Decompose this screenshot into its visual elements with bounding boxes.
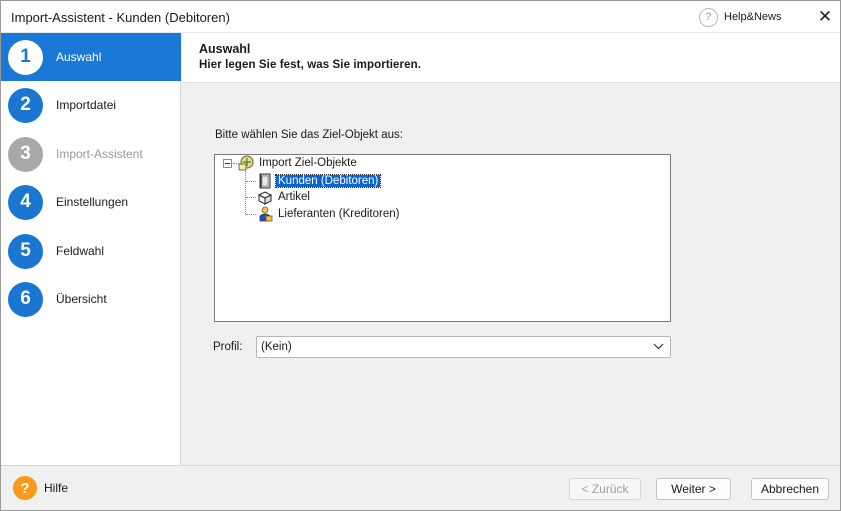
step-number-badge: 2 [8, 87, 43, 123]
page-subtitle: Hier legen Sie fest, was Sie importieren… [199, 59, 422, 71]
step-uebersicht[interactable]: 6 Übersicht [1, 275, 181, 323]
step-label: Auswahl [56, 50, 102, 64]
page-header: Auswahl Hier legen Sie fest, was Sie imp… [182, 33, 840, 83]
help-news-button[interactable]: ? Help&News [699, 7, 781, 27]
step-einstellungen[interactable]: 4 Einstellungen [1, 178, 181, 226]
tree-root[interactable]: Import Ziel-Objekte [238, 155, 359, 171]
tree-root-label: Import Ziel-Objekte [259, 157, 357, 169]
window-title: Import-Assistent - Kunden (Debitoren) [11, 10, 230, 25]
title-bar: Import-Assistent - Kunden (Debitoren) ? … [1, 1, 840, 33]
target-object-prompt: Bitte wählen Sie das Ziel-Objekt aus: [215, 129, 403, 141]
step-import-assistent: 3 Import-Assistent [1, 130, 181, 178]
import-wizard-window: Import-Assistent - Kunden (Debitoren) ? … [0, 0, 841, 511]
question-circle-icon: ? [699, 7, 718, 27]
tree-connector [246, 214, 256, 215]
page-title: Auswahl [199, 42, 251, 56]
step-number-badge: 6 [8, 281, 43, 317]
collapse-toggle[interactable] [223, 159, 232, 168]
step-number-badge: 1 [8, 39, 43, 75]
tree-item-label: Lieferanten (Kreditoren) [278, 208, 400, 220]
tree-item-kunden[interactable]: Kunden (Debitoren) [257, 173, 382, 189]
tree-item-label: Kunden (Debitoren) [274, 174, 382, 188]
profil-selected-value: (Kein) [261, 341, 292, 353]
article-boxes-icon [257, 191, 273, 205]
tree-connector [246, 181, 256, 182]
help-label: Hilfe [44, 481, 69, 495]
next-button[interactable]: Weiter > [656, 478, 731, 500]
help-icon: ? [13, 476, 37, 500]
step-label: Feldwahl [56, 244, 105, 258]
customer-book-icon [259, 173, 271, 189]
step-feldwahl[interactable]: 5 Feldwahl [1, 227, 181, 275]
help-news-label: Help&News [724, 11, 782, 23]
tree-connector [246, 197, 256, 198]
profil-label: Profil: [213, 341, 243, 353]
step-number-badge: 3 [8, 136, 43, 172]
chevron-down-icon [653, 340, 664, 355]
step-number-badge: 5 [8, 233, 43, 269]
step-number-badge: 4 [8, 184, 43, 220]
wizard-footer: ? Hilfe < Zurück Weiter > Abbrechen [1, 465, 840, 510]
close-button[interactable]: ✕ [813, 5, 837, 29]
wizard-steps-sidebar: 1 Auswahl 2 Importdatei 3 Import-Assiste… [1, 33, 181, 465]
import-objects-icon [238, 155, 254, 171]
tree-item-label: Artikel [278, 191, 310, 203]
target-object-tree[interactable]: Import Ziel-Objekte Kunden (Debitoren) A… [214, 154, 671, 322]
tree-item-artikel[interactable]: Artikel [257, 189, 312, 205]
profil-dropdown[interactable]: (Kein) [256, 336, 671, 358]
step-importdatei[interactable]: 2 Importdatei [1, 81, 181, 129]
supplier-person-icon [259, 206, 273, 222]
step-label: Einstellungen [56, 195, 129, 209]
step-label: Import-Assistent [56, 147, 143, 161]
help-button[interactable]: ? Hilfe [13, 476, 68, 500]
step-label: Importdatei [56, 98, 117, 112]
tree-connector [245, 171, 246, 214]
cancel-button[interactable]: Abbrechen [751, 478, 829, 500]
tree-item-lieferanten[interactable]: Lieferanten (Kreditoren) [257, 206, 401, 222]
back-button[interactable]: < Zurück [569, 478, 641, 500]
close-icon: ✕ [817, 7, 833, 26]
step-auswahl[interactable]: 1 Auswahl [1, 33, 181, 81]
step-label: Übersicht [56, 292, 107, 306]
